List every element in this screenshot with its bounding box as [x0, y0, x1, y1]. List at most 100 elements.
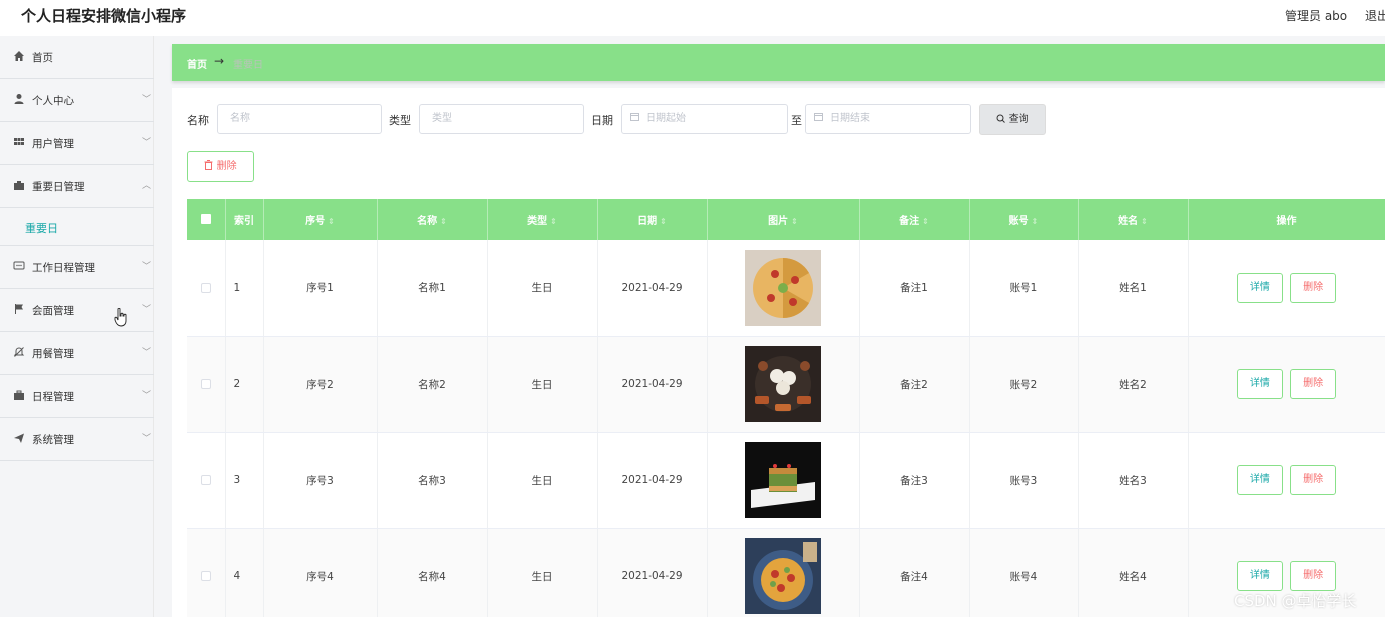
row-checkbox[interactable] — [187, 336, 226, 433]
cell-serial: 序号1 — [263, 240, 378, 337]
row-checkbox[interactable] — [187, 528, 226, 617]
food-image — [745, 538, 821, 614]
cell-type: 生日 — [487, 336, 598, 433]
grid-icon — [13, 136, 25, 148]
cell-account: 账号1 — [969, 240, 1079, 337]
briefcase-icon — [13, 179, 25, 191]
sidebar-subitem-label: 重要日 — [25, 222, 58, 235]
suitcase-icon — [13, 389, 25, 401]
message-icon — [13, 260, 25, 272]
bell-off-icon — [13, 346, 25, 358]
sidebar-item-label: 会面管理 — [32, 305, 74, 317]
sidebar-item-user-management[interactable]: 用户管理 ﹀ — [0, 122, 154, 165]
cell-index: 4 — [225, 528, 264, 617]
sidebar-item-personal-center[interactable]: 个人中心 ﹀ — [0, 79, 154, 122]
query-button[interactable]: 查询 — [979, 104, 1046, 135]
watermark: CSDN @卓怡学长 — [1234, 592, 1357, 610]
sidebar-item-important-day-management[interactable]: 重要日管理 ︿ — [0, 165, 154, 208]
type-input[interactable]: 类型 — [419, 104, 584, 134]
cell-note: 备注3 — [859, 432, 970, 529]
column-header-sortable[interactable]: 名称 ⇕ — [377, 199, 488, 240]
cell-date: 2021-04-29 — [597, 240, 708, 337]
sidebar: 首页 个人中心 ﹀ 用户管理 ﹀ 重要日管理 ︿ 重要日 工作日程管理 ﹀ 会面… — [0, 36, 154, 617]
food-image — [745, 249, 821, 326]
cell-serial: 序号3 — [263, 432, 378, 529]
cell-person: 姓名2 — [1078, 336, 1189, 433]
detail-button[interactable]: 详情 — [1236, 369, 1283, 399]
cell-person: 姓名3 — [1078, 432, 1189, 529]
home-icon — [13, 50, 25, 62]
column-header-sortable[interactable]: 序号 ⇕ — [263, 199, 378, 240]
date-start-placeholder: 日期起始 — [646, 113, 686, 124]
sort-icon: ⇕ — [550, 217, 557, 226]
food-image — [745, 346, 821, 422]
sidebar-subitem-important-day[interactable]: 重要日 — [0, 208, 154, 246]
row-delete-button[interactable]: 删除 — [1290, 561, 1337, 591]
row-delete-button[interactable]: 删除 — [1290, 272, 1337, 303]
cell-name: 名称4 — [377, 528, 488, 617]
column-header-sortable[interactable]: 姓名 ⇕ — [1078, 199, 1189, 240]
cell-image — [707, 336, 860, 433]
cell-date: 2021-04-29 — [597, 336, 708, 433]
sidebar-item-label: 用户管理 — [32, 138, 74, 150]
sort-icon: ⇕ — [1141, 217, 1148, 226]
date-start-input[interactable]: 日期起始 — [621, 104, 788, 134]
sort-icon: ⇕ — [922, 217, 929, 226]
column-header-sortable[interactable]: 账号 ⇕ — [969, 199, 1079, 240]
sidebar-item-home[interactable]: 首页 — [0, 36, 154, 79]
row-checkbox[interactable] — [187, 240, 226, 337]
sidebar-item-meeting-management[interactable]: 会面管理 ﹀ — [0, 289, 154, 332]
cell-person: 姓名4 — [1078, 528, 1189, 617]
column-header-sortable[interactable]: 图片 ⇕ — [707, 199, 860, 240]
sidebar-item-system-management[interactable]: 系统管理 ﹀ — [0, 418, 154, 461]
detail-button[interactable]: 详情 — [1236, 465, 1283, 495]
cell-type: 生日 — [487, 528, 598, 617]
cell-actions: 详情 删除 — [1188, 432, 1385, 529]
cell-date: 2021-04-29 — [597, 432, 708, 529]
name-input[interactable]: 名称 — [217, 104, 382, 134]
column-header-sortable[interactable]: 类型 ⇕ — [487, 199, 598, 240]
select-all-checkbox[interactable] — [187, 199, 226, 240]
sidebar-item-schedule-management[interactable]: 日程管理 ﹀ — [0, 375, 154, 418]
row-checkbox[interactable] — [187, 432, 226, 529]
cell-image — [707, 240, 860, 337]
chevron-down-icon: ﹀ — [142, 348, 152, 358]
flag-icon — [13, 303, 25, 315]
cell-image — [707, 432, 860, 529]
sidebar-item-label: 系统管理 — [32, 434, 74, 446]
app-title: 个人日程安排微信小程序 — [21, 7, 187, 25]
cell-index: 1 — [225, 240, 264, 337]
delete-button-label: 删除 — [216, 161, 237, 172]
top-bar: 个人日程安排微信小程序 管理员 abo 退出 — [0, 0, 1385, 36]
sidebar-item-dining-management[interactable]: 用餐管理 ﹀ — [0, 332, 154, 375]
calendar-icon — [630, 112, 639, 124]
sidebar-item-label: 工作日程管理 — [32, 262, 95, 274]
chevron-down-icon: ﹀ — [142, 262, 152, 272]
date-end-input[interactable]: 日期结束 — [805, 104, 971, 134]
chevron-down-icon: ﹀ — [142, 138, 152, 148]
cell-date: 2021-04-29 — [597, 528, 708, 617]
row-delete-button[interactable]: 删除 — [1290, 369, 1337, 399]
cell-type: 生日 — [487, 240, 598, 337]
trash-icon — [204, 160, 216, 172]
cell-index: 2 — [225, 336, 264, 433]
cell-serial: 序号4 — [263, 528, 378, 617]
row-delete-button[interactable]: 删除 — [1290, 465, 1337, 495]
chevron-up-icon: ︿ — [142, 181, 152, 191]
column-header-sortable[interactable]: 备注 ⇕ — [859, 199, 970, 240]
logout-link[interactable]: 退出 — [1365, 7, 1385, 24]
detail-button[interactable]: 详情 — [1236, 272, 1283, 303]
cell-note: 备注4 — [859, 528, 970, 617]
user-icon — [13, 93, 25, 105]
breadcrumb: 首页 → 重要日 — [172, 44, 1385, 81]
table-header-row: 索引 序号 ⇕ 名称 ⇕ 类型 ⇕ 日期 ⇕ 图片 ⇕ 备注 ⇕ 账号 ⇕ 姓名 ⇕ 操作 — [187, 199, 1385, 240]
sort-icon: ⇕ — [1031, 217, 1039, 226]
sidebar-item-work-schedule-management[interactable]: 工作日程管理 ﹀ — [0, 246, 154, 289]
column-header-sortable[interactable]: 日期 ⇕ — [597, 199, 708, 240]
detail-button[interactable]: 详情 — [1236, 561, 1283, 591]
admin-label: 管理员 abo — [1285, 9, 1348, 23]
cell-index: 3 — [225, 432, 264, 529]
breadcrumb-home[interactable]: 首页 — [187, 56, 207, 71]
delete-button[interactable]: 删除 — [187, 151, 254, 182]
cell-name: 名称3 — [377, 432, 488, 529]
